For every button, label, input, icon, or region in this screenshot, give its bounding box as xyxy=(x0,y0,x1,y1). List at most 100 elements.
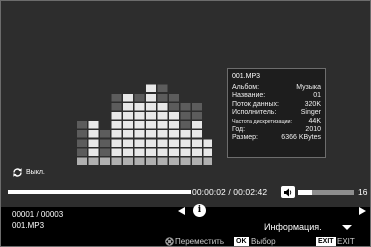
eq-level-cell xyxy=(123,130,133,138)
info-value: 320K xyxy=(304,100,321,108)
info-row-bitrate: Поток данных: 320K xyxy=(232,101,321,109)
eq-peak-cell xyxy=(157,93,168,102)
eq-peak-cell xyxy=(180,102,191,111)
menu-select-value[interactable]: Информация. xyxy=(264,222,322,232)
info-value: Singer xyxy=(300,109,321,117)
volume-value: 16 xyxy=(358,187,368,197)
eq-peak-cell xyxy=(100,148,110,156)
eq-peak-cell xyxy=(100,130,110,138)
eq-level-cell xyxy=(169,139,179,147)
eq-level-cell xyxy=(157,130,168,138)
eq-base-cell xyxy=(169,157,179,165)
eq-base-cell xyxy=(88,157,99,165)
eq-level-cell xyxy=(192,148,202,156)
eq-level-cell xyxy=(180,139,191,147)
eq-level-cell xyxy=(88,139,99,147)
eq-level-cell xyxy=(134,130,145,138)
info-key: Название: xyxy=(232,92,266,100)
eq-level-cell xyxy=(169,112,179,120)
playback-progress-bar[interactable] xyxy=(8,190,191,194)
info-row-album: Альбом: Музыка xyxy=(232,84,321,92)
eq-level-cell xyxy=(134,102,145,111)
eq-peak-cell xyxy=(169,93,179,102)
info-row-size: Размер: 6366 KBytes xyxy=(232,134,321,142)
exit-hint-label: EXIT xyxy=(337,237,355,246)
eq-level-cell xyxy=(146,112,156,120)
info-row-samplerate: Частота дискретизации: 44K xyxy=(232,118,321,126)
info-filename: 001.MP3 xyxy=(232,73,261,80)
eq-level-cell xyxy=(192,121,202,129)
eq-base-cell xyxy=(157,157,168,165)
info-key: Исполнитель: xyxy=(232,109,277,117)
chevron-down-icon[interactable] xyxy=(342,225,352,230)
eq-base-cell xyxy=(192,157,202,165)
info-key: Год: xyxy=(232,125,246,133)
info-value: 6366 KBytes xyxy=(281,134,321,142)
eq-peak-cell xyxy=(134,93,145,102)
info-value: Музыка xyxy=(296,84,321,91)
eq-peak-cell xyxy=(77,148,87,156)
current-filename: 001.MP3 xyxy=(12,221,45,230)
eq-level-cell xyxy=(146,148,156,156)
next-arrow-icon[interactable] xyxy=(359,207,366,215)
info-key: Размер: xyxy=(232,134,259,142)
eq-peak-cell xyxy=(77,130,87,138)
eq-level-cell xyxy=(157,112,168,120)
visualizer-area: 001.MP3 Альбом: Музыка Название: 01 Пото… xyxy=(1,1,370,207)
eq-level-cell xyxy=(123,139,133,147)
eq-level-cell xyxy=(123,93,133,102)
eq-level-cell xyxy=(157,121,168,129)
eq-base-cell xyxy=(100,157,110,165)
volume-level-fill xyxy=(298,190,312,195)
eq-base-cell xyxy=(77,157,87,165)
repeat-label: Выкл. xyxy=(26,168,45,176)
eq-base-cell xyxy=(134,157,145,165)
eq-level-cell xyxy=(203,148,212,156)
playback-time: 00:00:02 / 00:02:42 xyxy=(192,187,268,197)
info-value: 2010 xyxy=(305,125,321,133)
eq-level-cell xyxy=(169,121,179,129)
exit-key-badge: EXIT xyxy=(316,237,336,246)
info-value: 44K xyxy=(308,117,321,125)
eq-level-cell xyxy=(111,112,122,120)
eq-level-cell xyxy=(123,121,133,129)
eq-level-cell xyxy=(123,148,133,156)
info-row-year: Год: 2010 xyxy=(232,126,321,134)
info-row-title: Название: 01 xyxy=(232,92,321,100)
eq-peak-cell xyxy=(192,102,202,111)
eq-base-cell xyxy=(111,157,122,165)
equalizer-visualizer xyxy=(77,84,212,165)
file-info-panel: 001.MP3 Альбом: Музыка Название: 01 Пото… xyxy=(227,68,326,158)
eq-level-cell xyxy=(88,148,99,156)
eq-level-cell xyxy=(134,148,145,156)
eq-level-cell xyxy=(180,130,191,138)
eq-base-cell xyxy=(146,157,156,165)
speaker-icon[interactable] xyxy=(281,186,295,198)
info-icon[interactable]: i xyxy=(193,204,206,217)
eq-level-cell xyxy=(146,93,156,102)
eq-peak-cell xyxy=(100,139,110,147)
move-hint-label: Переместить xyxy=(175,237,225,246)
track-counter: 00001 / 00003 xyxy=(12,210,64,219)
eq-level-cell xyxy=(146,121,156,129)
eq-level-cell xyxy=(146,139,156,147)
repeat-icon xyxy=(13,167,22,177)
eq-base-cell xyxy=(123,157,133,165)
eq-level-cell xyxy=(123,112,133,120)
eq-level-cell xyxy=(146,84,156,93)
info-key: Частота дискретизации: xyxy=(232,118,293,125)
eq-peak-cell xyxy=(111,93,122,102)
eq-peak-cell xyxy=(192,112,202,120)
eq-peak-cell xyxy=(157,84,168,93)
eq-level-cell xyxy=(111,121,122,129)
eq-level-cell xyxy=(157,102,168,111)
eq-level-cell xyxy=(192,139,202,147)
eq-base-cell xyxy=(180,157,191,165)
eq-level-cell xyxy=(169,148,179,156)
eq-peak-cell xyxy=(180,112,191,120)
eq-peak-cell xyxy=(169,102,179,111)
player-screen: 001.MP3 Альбом: Музыка Название: 01 Пото… xyxy=(0,0,371,247)
repeat-mode[interactable]: Выкл. xyxy=(12,165,45,179)
eq-level-cell xyxy=(169,130,179,138)
previous-arrow-icon[interactable] xyxy=(178,207,185,215)
